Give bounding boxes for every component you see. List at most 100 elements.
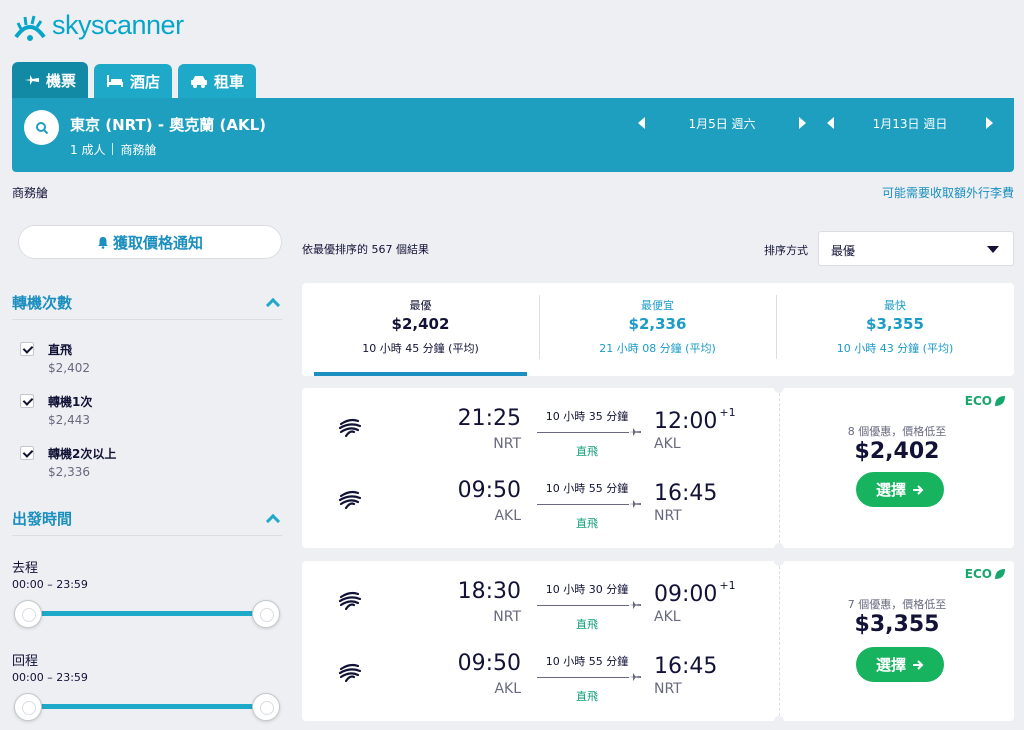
route-line bbox=[537, 504, 629, 505]
route-text[interactable]: 東京 (NRT) - 奧克蘭 (AKL) bbox=[70, 114, 266, 135]
eco-badge[interactable]: ECO bbox=[965, 567, 1006, 581]
checkbox[interactable] bbox=[20, 446, 34, 460]
tab-flights[interactable]: 機票 bbox=[12, 62, 89, 98]
tab-cars[interactable]: 租車 bbox=[178, 64, 257, 98]
checkbox[interactable] bbox=[20, 342, 34, 356]
results-count: 依最優排序的 567 個結果 bbox=[302, 243, 429, 256]
next-date-arrow[interactable] bbox=[986, 117, 993, 129]
times-filter-header[interactable]: 出發時間 bbox=[12, 508, 282, 529]
flight-duration: 10 小時 55 分鐘 bbox=[545, 655, 629, 668]
eco-badge[interactable]: ECO bbox=[965, 394, 1006, 408]
plane-icon bbox=[629, 500, 641, 508]
route-line bbox=[537, 677, 629, 678]
deal-count: 7 個優惠，價格低至 bbox=[847, 598, 947, 611]
outbound-range: 00:00 – 23:59 bbox=[12, 578, 88, 591]
day-offset: +1 bbox=[719, 406, 736, 419]
flight-duration: 10 小時 30 分鐘 bbox=[545, 583, 629, 596]
bed-icon bbox=[107, 75, 124, 87]
select-button[interactable]: 選擇 bbox=[856, 472, 944, 507]
leaf-icon bbox=[995, 396, 1005, 406]
stop-label: 轉機2次以上 bbox=[48, 447, 117, 461]
arrival-time-value: 12:00 bbox=[654, 409, 718, 434]
arrival-airport: NRT bbox=[654, 681, 682, 697]
flight-leg-return: 09:50 AKL 10 小時 55 分鐘 直飛 16:45 NRT bbox=[302, 647, 779, 707]
passenger-cabin-info[interactable]: 1 成人 商務艙 bbox=[70, 141, 156, 158]
return-slider-min-handle[interactable] bbox=[14, 693, 42, 721]
tab-hotels[interactable]: 酒店 bbox=[94, 64, 173, 98]
stop-price: $2,443 bbox=[48, 413, 90, 427]
checkbox[interactable] bbox=[20, 394, 34, 408]
flight-result-card[interactable]: 21:25 NRT 10 小時 35 分鐘 直飛 12:00 +1 AKL 09:… bbox=[302, 383, 1014, 553]
day-offset: +1 bbox=[719, 579, 736, 592]
brand-name: skyscanner bbox=[52, 10, 184, 40]
return-slider-track[interactable] bbox=[28, 704, 266, 709]
card-notch bbox=[774, 716, 784, 726]
divider bbox=[12, 319, 282, 320]
stop-price: $2,336 bbox=[48, 465, 90, 479]
baggage-fee-link[interactable]: 可能需要收取額外行李費 bbox=[882, 184, 1014, 201]
summary-label: 最便宜 bbox=[641, 299, 674, 312]
stops-filter-header[interactable]: 轉機次數 bbox=[12, 292, 282, 313]
summary-label: 最快 bbox=[884, 299, 906, 312]
plane-icon bbox=[629, 428, 641, 436]
flight-result-card[interactable]: 18:30 NRT 10 小時 30 分鐘 直飛 09:00 +1 AKL 09:… bbox=[302, 556, 1014, 726]
stop-label: 轉機1次 bbox=[48, 395, 93, 409]
flight-leg-outbound: 21:25 NRT 10 小時 35 分鐘 直飛 12:00 +1 AKL bbox=[302, 402, 779, 462]
sort-select[interactable]: 最優 bbox=[818, 231, 1014, 266]
outbound-slider-min-handle[interactable] bbox=[14, 600, 42, 628]
deal-count: 8 個優惠，價格低至 bbox=[847, 425, 947, 438]
return-label: 回程 bbox=[12, 654, 39, 669]
outbound-slider-max-handle[interactable] bbox=[252, 600, 280, 628]
sort-value: 最優 bbox=[831, 244, 856, 258]
summary-price: $3,355 bbox=[866, 315, 924, 333]
summary-tab-cheapest[interactable]: 最便宜 $2,336 21 小時 08 分鐘 (平均) bbox=[539, 283, 776, 376]
summary-duration: 10 小時 45 分鐘 (平均) bbox=[362, 342, 479, 355]
departure-time: 09:50 bbox=[457, 478, 521, 503]
search-summary-bar[interactable]: 東京 (NRT) - 奧克蘭 (AKL) 1 成人 商務艙 1月5日 週六 1月1… bbox=[12, 98, 1014, 172]
return-slider-max-handle[interactable] bbox=[252, 693, 280, 721]
airline-logo-icon bbox=[338, 663, 362, 683]
select-label: 選擇 bbox=[875, 481, 906, 499]
arrow-right-icon bbox=[913, 659, 924, 670]
departure-time: 09:50 bbox=[457, 651, 521, 676]
summary-tab-best[interactable]: 最優 $2,402 10 小時 45 分鐘 (平均) bbox=[302, 283, 539, 376]
summary-tab-fastest[interactable]: 最快 $3,355 10 小時 43 分鐘 (平均) bbox=[776, 283, 1014, 376]
flight-leg-outbound: 18:30 NRT 10 小時 30 分鐘 直飛 09:00 +1 AKL bbox=[302, 575, 779, 635]
outbound-slider-track[interactable] bbox=[28, 611, 266, 616]
return-date[interactable]: 1月13日 週日 bbox=[834, 115, 986, 132]
arrival-time-value: 16:45 bbox=[654, 654, 718, 679]
arrival-time-value: 09:00 bbox=[654, 582, 718, 607]
route-line bbox=[537, 432, 629, 433]
tab-label: 租車 bbox=[214, 72, 245, 91]
stops-info: 直飛 bbox=[576, 690, 598, 703]
summary-duration: 21 小時 08 分鐘 (平均) bbox=[599, 342, 716, 355]
return-date-picker: 1月13日 週日 bbox=[827, 113, 993, 133]
stops-info: 直飛 bbox=[576, 618, 598, 631]
card-divider bbox=[779, 561, 780, 721]
skyscanner-logo[interactable]: skyscanner bbox=[12, 10, 184, 41]
leaf-icon bbox=[995, 569, 1005, 579]
summary-price: $2,336 bbox=[628, 315, 687, 333]
sort-label: 排序方式 bbox=[764, 244, 808, 257]
price-alert-button[interactable]: 獲取價格通知 bbox=[18, 225, 282, 259]
arrival-airport: AKL bbox=[654, 609, 681, 625]
stops-info: 直飛 bbox=[576, 445, 598, 458]
eco-label: ECO bbox=[964, 567, 992, 581]
deal-price: $2,402 bbox=[854, 439, 940, 464]
airline-logo-icon bbox=[338, 490, 362, 510]
search-button[interactable] bbox=[24, 110, 59, 145]
summary-label: 最優 bbox=[409, 299, 432, 312]
next-date-arrow[interactable] bbox=[799, 117, 806, 129]
stop-price: $2,402 bbox=[48, 361, 90, 375]
arrival-time: 09:00 +1 bbox=[654, 579, 736, 607]
select-button[interactable]: 選擇 bbox=[856, 647, 944, 682]
prev-date-arrow[interactable] bbox=[638, 117, 645, 129]
card-notch bbox=[774, 543, 784, 553]
return-range: 00:00 – 23:59 bbox=[12, 671, 88, 684]
car-icon bbox=[191, 76, 208, 88]
plane-icon bbox=[629, 601, 641, 609]
cabin-note: 商務艙 bbox=[12, 186, 49, 200]
depart-date[interactable]: 1月5日 週六 bbox=[645, 115, 799, 132]
prev-date-arrow[interactable] bbox=[827, 117, 834, 129]
flight-duration: 10 小時 35 分鐘 bbox=[545, 410, 629, 423]
